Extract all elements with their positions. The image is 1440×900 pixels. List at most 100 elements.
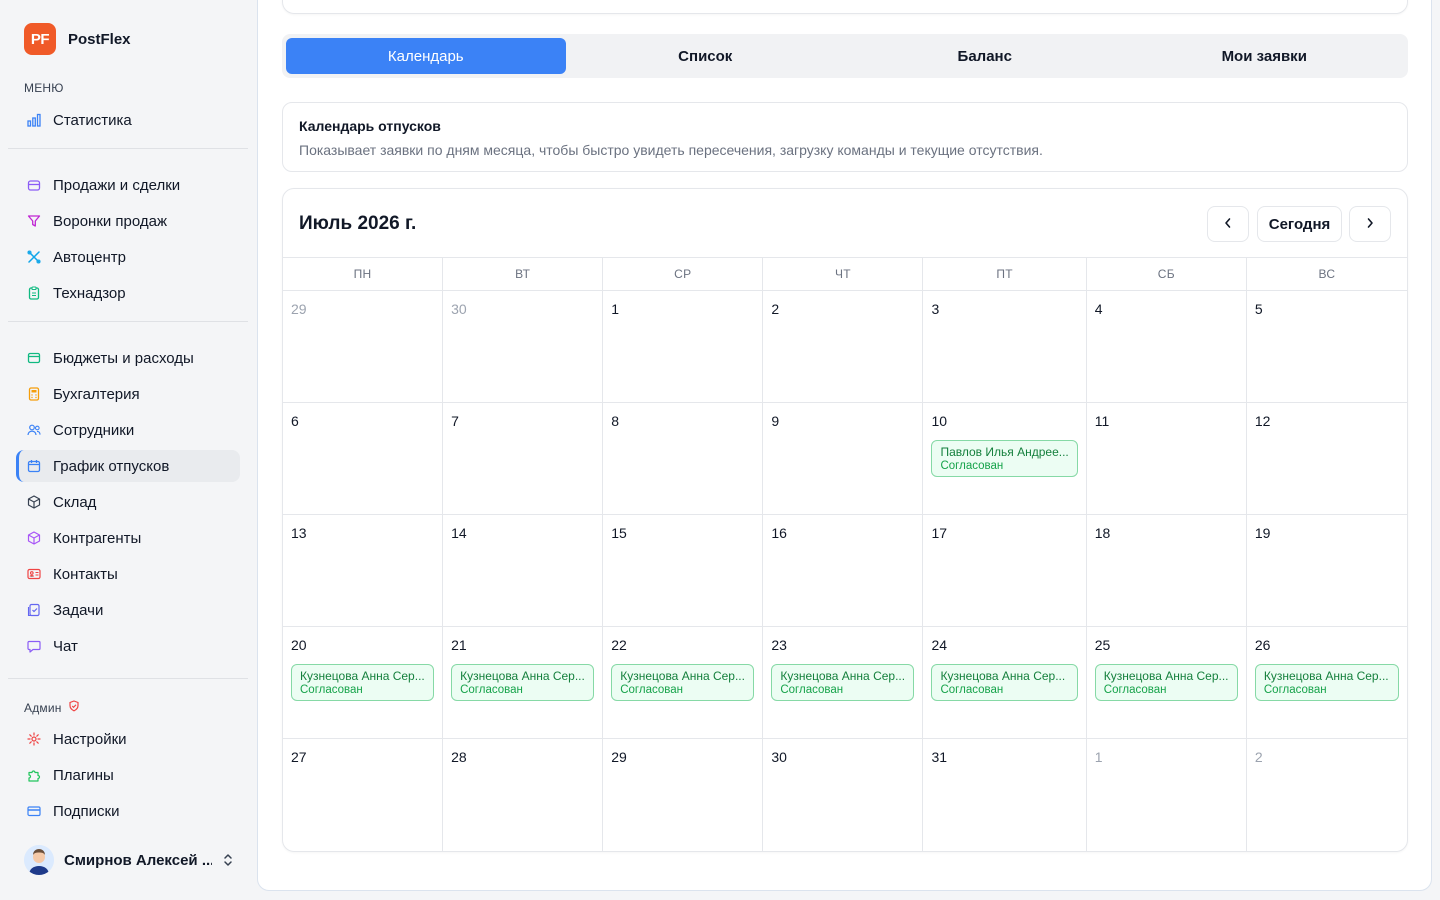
sidebar-item-label: Сотрудники <box>53 421 135 439</box>
calendar-day-cell[interactable]: 16 <box>763 515 924 627</box>
calendar-day-cell[interactable]: 18 <box>1086 515 1247 627</box>
wrench-icon <box>27 250 41 264</box>
sidebar-item-counterparties[interactable]: Контрагенты <box>16 522 240 554</box>
calendar-day-cell[interactable]: 1 <box>1087 739 1247 851</box>
day-number: 13 <box>291 525 307 541</box>
calendar-day-cell[interactable]: 26 Кузнецова Анна Сер... Согласован <box>1246 627 1407 739</box>
calendar-day-cell[interactable]: 12 <box>1246 403 1407 515</box>
sidebar-item-statistics[interactable]: Статистика <box>16 104 240 136</box>
sidebar-item-autocenter[interactable]: Автоцентр <box>16 241 240 273</box>
sidebar-item-employees[interactable]: Сотрудники <box>16 414 240 446</box>
sidebar-item-subscriptions[interactable]: Подписки <box>16 795 240 827</box>
calendar-day-cell[interactable]: 13 <box>283 515 444 627</box>
vacation-event[interactable]: Кузнецова Анна Сер... Согласован <box>611 664 755 701</box>
shield-icon <box>68 700 80 715</box>
sidebar-item-label: Бюджеты и расходы <box>53 349 194 367</box>
day-number: 29 <box>291 301 307 317</box>
wallet-icon <box>27 351 41 365</box>
sidebar-item-label: Воронки продаж <box>53 212 168 230</box>
sidebar-item-label: Автоцентр <box>53 248 126 266</box>
vacation-event[interactable]: Кузнецова Анна Сер... Согласован <box>451 664 595 701</box>
calendar-day-cell[interactable]: 29 <box>603 739 764 851</box>
calendar-day-cell[interactable]: 14 <box>443 515 604 627</box>
event-status: Согласован <box>940 460 1004 472</box>
calendar-day-cell[interactable]: 7 <box>443 403 604 515</box>
vacation-event[interactable]: Кузнецова Анна Сер... Согласован <box>1254 664 1399 701</box>
calendar-day-cell[interactable]: 4 <box>1086 291 1247 403</box>
today-button[interactable]: Сегодня <box>1257 206 1342 242</box>
day-number: 4 <box>1094 301 1103 317</box>
next-month-button[interactable] <box>1349 206 1391 242</box>
user-menu[interactable]: Смирнов Алексей ... <box>24 844 234 876</box>
calendar-day-cell[interactable]: 24 Кузнецова Анна Сер... Согласован <box>923 627 1087 739</box>
contact-card-icon <box>27 567 41 581</box>
sidebar-item-label: Контрагенты <box>53 529 142 547</box>
tab-calendar[interactable]: Календарь <box>286 38 566 74</box>
tab-list[interactable]: Список <box>566 38 846 74</box>
brand[interactable]: PF PostFlex <box>24 23 131 55</box>
cube-icon <box>27 531 41 545</box>
day-number: 8 <box>611 413 620 429</box>
day-number: 2 <box>771 301 780 317</box>
calendar-day-cell[interactable]: 5 <box>1246 291 1407 403</box>
vacation-event[interactable]: Кузнецова Анна Сер... Согласован <box>931 664 1078 701</box>
vacation-event[interactable]: Кузнецова Анна Сер... Согласован <box>771 664 915 701</box>
calendar-day-cell[interactable]: 10 Павлов Илья Андрее... Согласован <box>923 403 1087 515</box>
day-number: 23 <box>771 637 787 653</box>
calendar-day-cell[interactable]: 8 <box>603 403 764 515</box>
sidebar-item-settings[interactable]: Настройки <box>16 723 240 755</box>
calendar-day-cell[interactable]: 2 <box>1247 739 1407 851</box>
calendar-day-cell[interactable]: 25 Кузнецова Анна Сер... Согласован <box>1086 627 1247 739</box>
calendar-day-cell[interactable]: 29 <box>283 291 444 403</box>
sidebar-item-tasks[interactable]: Задачи <box>16 594 240 626</box>
sidebar-item-warehouse[interactable]: Склад <box>16 486 240 518</box>
calendar-day-cell[interactable]: 30 <box>763 739 924 851</box>
sidebar-item-contacts[interactable]: Контакты <box>16 558 240 590</box>
event-status: Согласован <box>1103 684 1167 696</box>
sidebar-item-label: Продажи и сделки <box>53 176 181 194</box>
calendar-day-cell[interactable]: 28 <box>443 739 604 851</box>
calendar-day-cell[interactable]: 21 Кузнецова Анна Сер... Согласован <box>443 627 604 739</box>
event-employee-name: Павлов Илья Андрее... <box>940 445 1069 459</box>
calendar-day-cell[interactable]: 15 <box>603 515 764 627</box>
sidebar-item-accounting[interactable]: Бухгалтерия <box>16 378 240 410</box>
event-employee-name: Кузнецова Анна Сер... <box>300 669 425 683</box>
view-tabs: Календарь Список Баланс Мои заявки <box>282 34 1408 78</box>
calendar-card: Июль 2026 г. Сегодня ПН ВТ СР ЧТ ПТ СБ ВС 29 30 1… <box>282 188 1408 852</box>
sidebar-item-chat[interactable]: Чат <box>16 630 240 662</box>
calendar-day-cell[interactable]: 20 Кузнецова Анна Сер... Согласован <box>283 627 444 739</box>
day-number: 2 <box>1254 749 1263 765</box>
calendar-day-cell[interactable]: 2 <box>763 291 924 403</box>
tab-my-requests[interactable]: Мои заявки <box>1125 38 1405 74</box>
vacation-event[interactable]: Кузнецова Анна Сер... Согласован <box>1094 664 1238 701</box>
vacation-event[interactable]: Кузнецова Анна Сер... Согласован <box>291 664 435 701</box>
calendar-day-cell[interactable]: 1 <box>603 291 764 403</box>
calendar-day-cell[interactable]: 9 <box>763 403 924 515</box>
calendar-day-cell[interactable]: 19 <box>1246 515 1407 627</box>
sidebar-item-vacation-schedule[interactable]: График отпусков <box>16 450 240 482</box>
sidebar-item-budgets[interactable]: Бюджеты и расходы <box>16 342 240 374</box>
calendar-day-cell[interactable]: 11 <box>1086 403 1247 515</box>
sidebar-item-technadzor[interactable]: Технадзор <box>16 277 240 309</box>
event-employee-name: Кузнецова Анна Сер... <box>1103 669 1229 683</box>
day-number: 1 <box>611 301 620 317</box>
calendar-day-cell[interactable]: 30 <box>443 291 604 403</box>
calendar-month-title: Июль 2026 г. <box>299 213 417 234</box>
calendar-day-cell[interactable]: 6 <box>283 403 444 515</box>
calendar-day-cell[interactable]: 23 Кузнецова Анна Сер... Согласован <box>763 627 924 739</box>
event-employee-name: Кузнецова Анна Сер... <box>780 669 906 683</box>
vacation-event[interactable]: Павлов Илья Андрее... Согласован <box>931 440 1078 477</box>
sidebar-item-funnels[interactable]: Воронки продаж <box>16 205 240 237</box>
clipboard-icon <box>27 286 41 300</box>
sidebar-item-plugins[interactable]: Плагины <box>16 759 240 791</box>
calendar-day-cell[interactable]: 17 <box>923 515 1087 627</box>
prev-month-button[interactable] <box>1207 206 1249 242</box>
day-number: 5 <box>1254 301 1263 317</box>
sidebar-item-sales[interactable]: Продажи и сделки <box>16 169 240 201</box>
calendar-day-cell[interactable]: 22 Кузнецова Анна Сер... Согласован <box>603 627 764 739</box>
tab-balance[interactable]: Баланс <box>845 38 1125 74</box>
calendar-day-cell[interactable]: 27 <box>283 739 444 851</box>
top-card <box>282 0 1408 14</box>
calendar-day-cell[interactable]: 3 <box>923 291 1087 403</box>
calendar-day-cell[interactable]: 31 <box>923 739 1087 851</box>
